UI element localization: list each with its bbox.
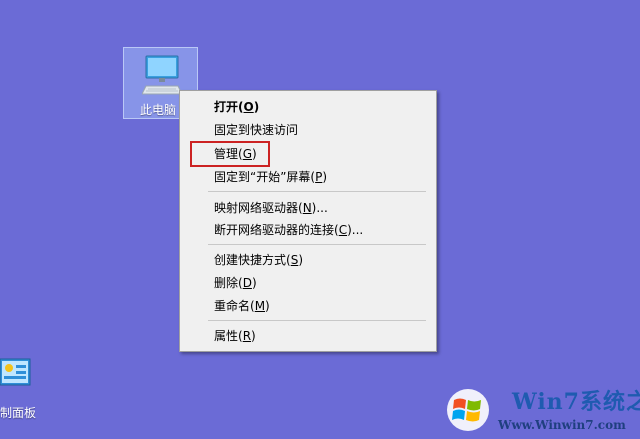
menu-separator <box>208 191 426 192</box>
menu-item-suffix: )... <box>347 223 364 237</box>
menu-item-suffix: ) <box>251 276 257 290</box>
manage-highlight-box <box>190 141 270 167</box>
menu-item-accelerator: D <box>242 276 252 290</box>
menu-item-open[interactable]: 打开(O) <box>214 97 259 117</box>
menu-item-suffix: ) <box>251 329 256 343</box>
menu-item-pin-quick-access[interactable]: 固定到快速访问 <box>214 120 298 140</box>
menu-item-create-shortcut[interactable]: 创建快捷方式(S) <box>214 250 303 270</box>
menu-item-map-network-drive[interactable]: 映射网络驱动器(N)... <box>214 198 328 218</box>
menu-separator <box>208 244 426 245</box>
control-panel-icon <box>0 358 31 386</box>
menu-item-suffix: ) <box>322 170 328 184</box>
menu-item-properties[interactable]: 属性(R) <box>214 326 256 346</box>
menu-item-accelerator: O <box>243 100 254 114</box>
context-menu: 打开(O) 固定到快速访问 管理(G) 固定到“开始”屏幕(P) 映射网络驱动器… <box>179 90 437 352</box>
menu-item-accelerator: M <box>254 299 266 313</box>
menu-item-rename[interactable]: 重命名(M) <box>214 296 270 316</box>
menu-item-suffix: ) <box>298 253 303 267</box>
menu-item-suffix: )... <box>311 201 328 215</box>
menu-item-suffix: ) <box>253 100 260 114</box>
menu-item-label: 打开( <box>214 100 244 114</box>
menu-item-label: 断开网络驱动器的连接( <box>214 223 339 237</box>
computer-icon <box>142 55 182 95</box>
menu-item-pin-start[interactable]: 固定到“开始”屏幕(P) <box>214 167 327 187</box>
desktop-icon-label: 此电脑 <box>140 103 177 117</box>
watermark: Win7系统之家 Www.Winwin7.com <box>440 380 640 439</box>
watermark-url: Www.Winwin7.com <box>498 418 626 432</box>
menu-item-label: 属性( <box>214 329 243 343</box>
menu-item-delete[interactable]: 删除(D) <box>214 273 257 293</box>
menu-item-label: 固定到“开始”屏幕( <box>214 170 316 184</box>
menu-item-accelerator: R <box>242 329 252 343</box>
menu-item-disconnect-network-drive[interactable]: 断开网络驱动器的连接(C)... <box>214 220 363 240</box>
menu-item-label: 创建快捷方式( <box>214 253 291 267</box>
menu-separator <box>208 320 426 321</box>
menu-item-accelerator: N <box>302 201 312 215</box>
menu-item-label: 删除( <box>214 276 243 290</box>
windows-logo-icon <box>447 389 489 431</box>
watermark-brand: Win7系统之家 <box>512 389 640 415</box>
desktop-icon-label: 制面板 <box>0 406 37 420</box>
menu-item-accelerator: C <box>338 223 348 237</box>
menu-item-label: 固定到快速访问 <box>214 123 299 137</box>
menu-item-suffix: ) <box>265 299 270 313</box>
menu-item-label: 映射网络驱动器( <box>214 201 303 215</box>
menu-item-label: 重命名( <box>214 299 255 313</box>
desktop-icon-control-panel[interactable]: 制面板 <box>0 357 40 427</box>
